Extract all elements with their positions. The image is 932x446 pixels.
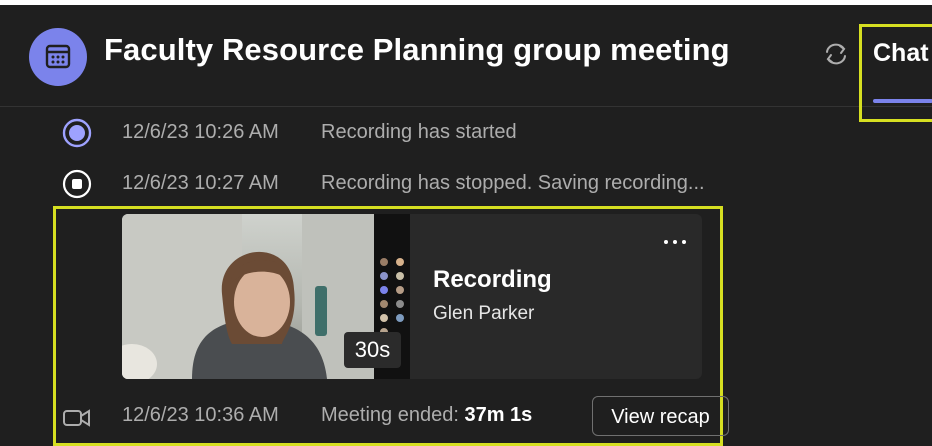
event-text: Recording has started [321, 121, 517, 143]
view-recap-button[interactable]: View recap [592, 396, 729, 436]
event-row-recording-stopped: 12/6/23 10:27 AM Recording has stopped. … [0, 165, 932, 199]
more-options-icon[interactable] [660, 234, 690, 250]
recording-owner: Glen Parker [433, 303, 535, 324]
meeting-duration: 37m 1s [464, 404, 533, 426]
recording-info: Recording Glen Parker [433, 266, 552, 325]
video-camera-icon [62, 403, 92, 433]
event-row-meeting-ended: 12/6/23 10:36 AM Meeting ended: 37m 1s [0, 397, 932, 431]
calendar-icon [29, 28, 87, 86]
tab-chat-label: Chat [873, 39, 929, 67]
meeting-title: Faculty Resource Planning group meeting [104, 32, 730, 67]
recording-thumbnail[interactable]: 30s [122, 214, 410, 379]
meeting-header: Faculty Resource Planning group meeting [0, 5, 932, 107]
sync-icon[interactable] [820, 38, 852, 70]
record-start-icon [62, 118, 92, 148]
recording-duration-badge: 30s [344, 332, 401, 368]
recording-title: Recording [433, 266, 552, 293]
event-text: Recording has stopped. Saving recording.… [321, 172, 705, 194]
event-time: 12/6/23 10:26 AM [122, 121, 279, 143]
meeting-ended-label: Meeting ended: [321, 404, 459, 426]
event-time: 12/6/23 10:36 AM [122, 404, 279, 426]
event-text: Meeting ended: 37m 1s [321, 404, 532, 427]
record-stop-icon [62, 169, 92, 199]
event-row-recording-started: 12/6/23 10:26 AM Recording has started [0, 114, 932, 148]
recording-card[interactable]: 30s Recording Glen Parker [122, 214, 702, 379]
tab-chat[interactable]: Chat [859, 24, 932, 122]
tab-active-indicator [873, 99, 932, 103]
event-time: 12/6/23 10:27 AM [122, 172, 279, 194]
